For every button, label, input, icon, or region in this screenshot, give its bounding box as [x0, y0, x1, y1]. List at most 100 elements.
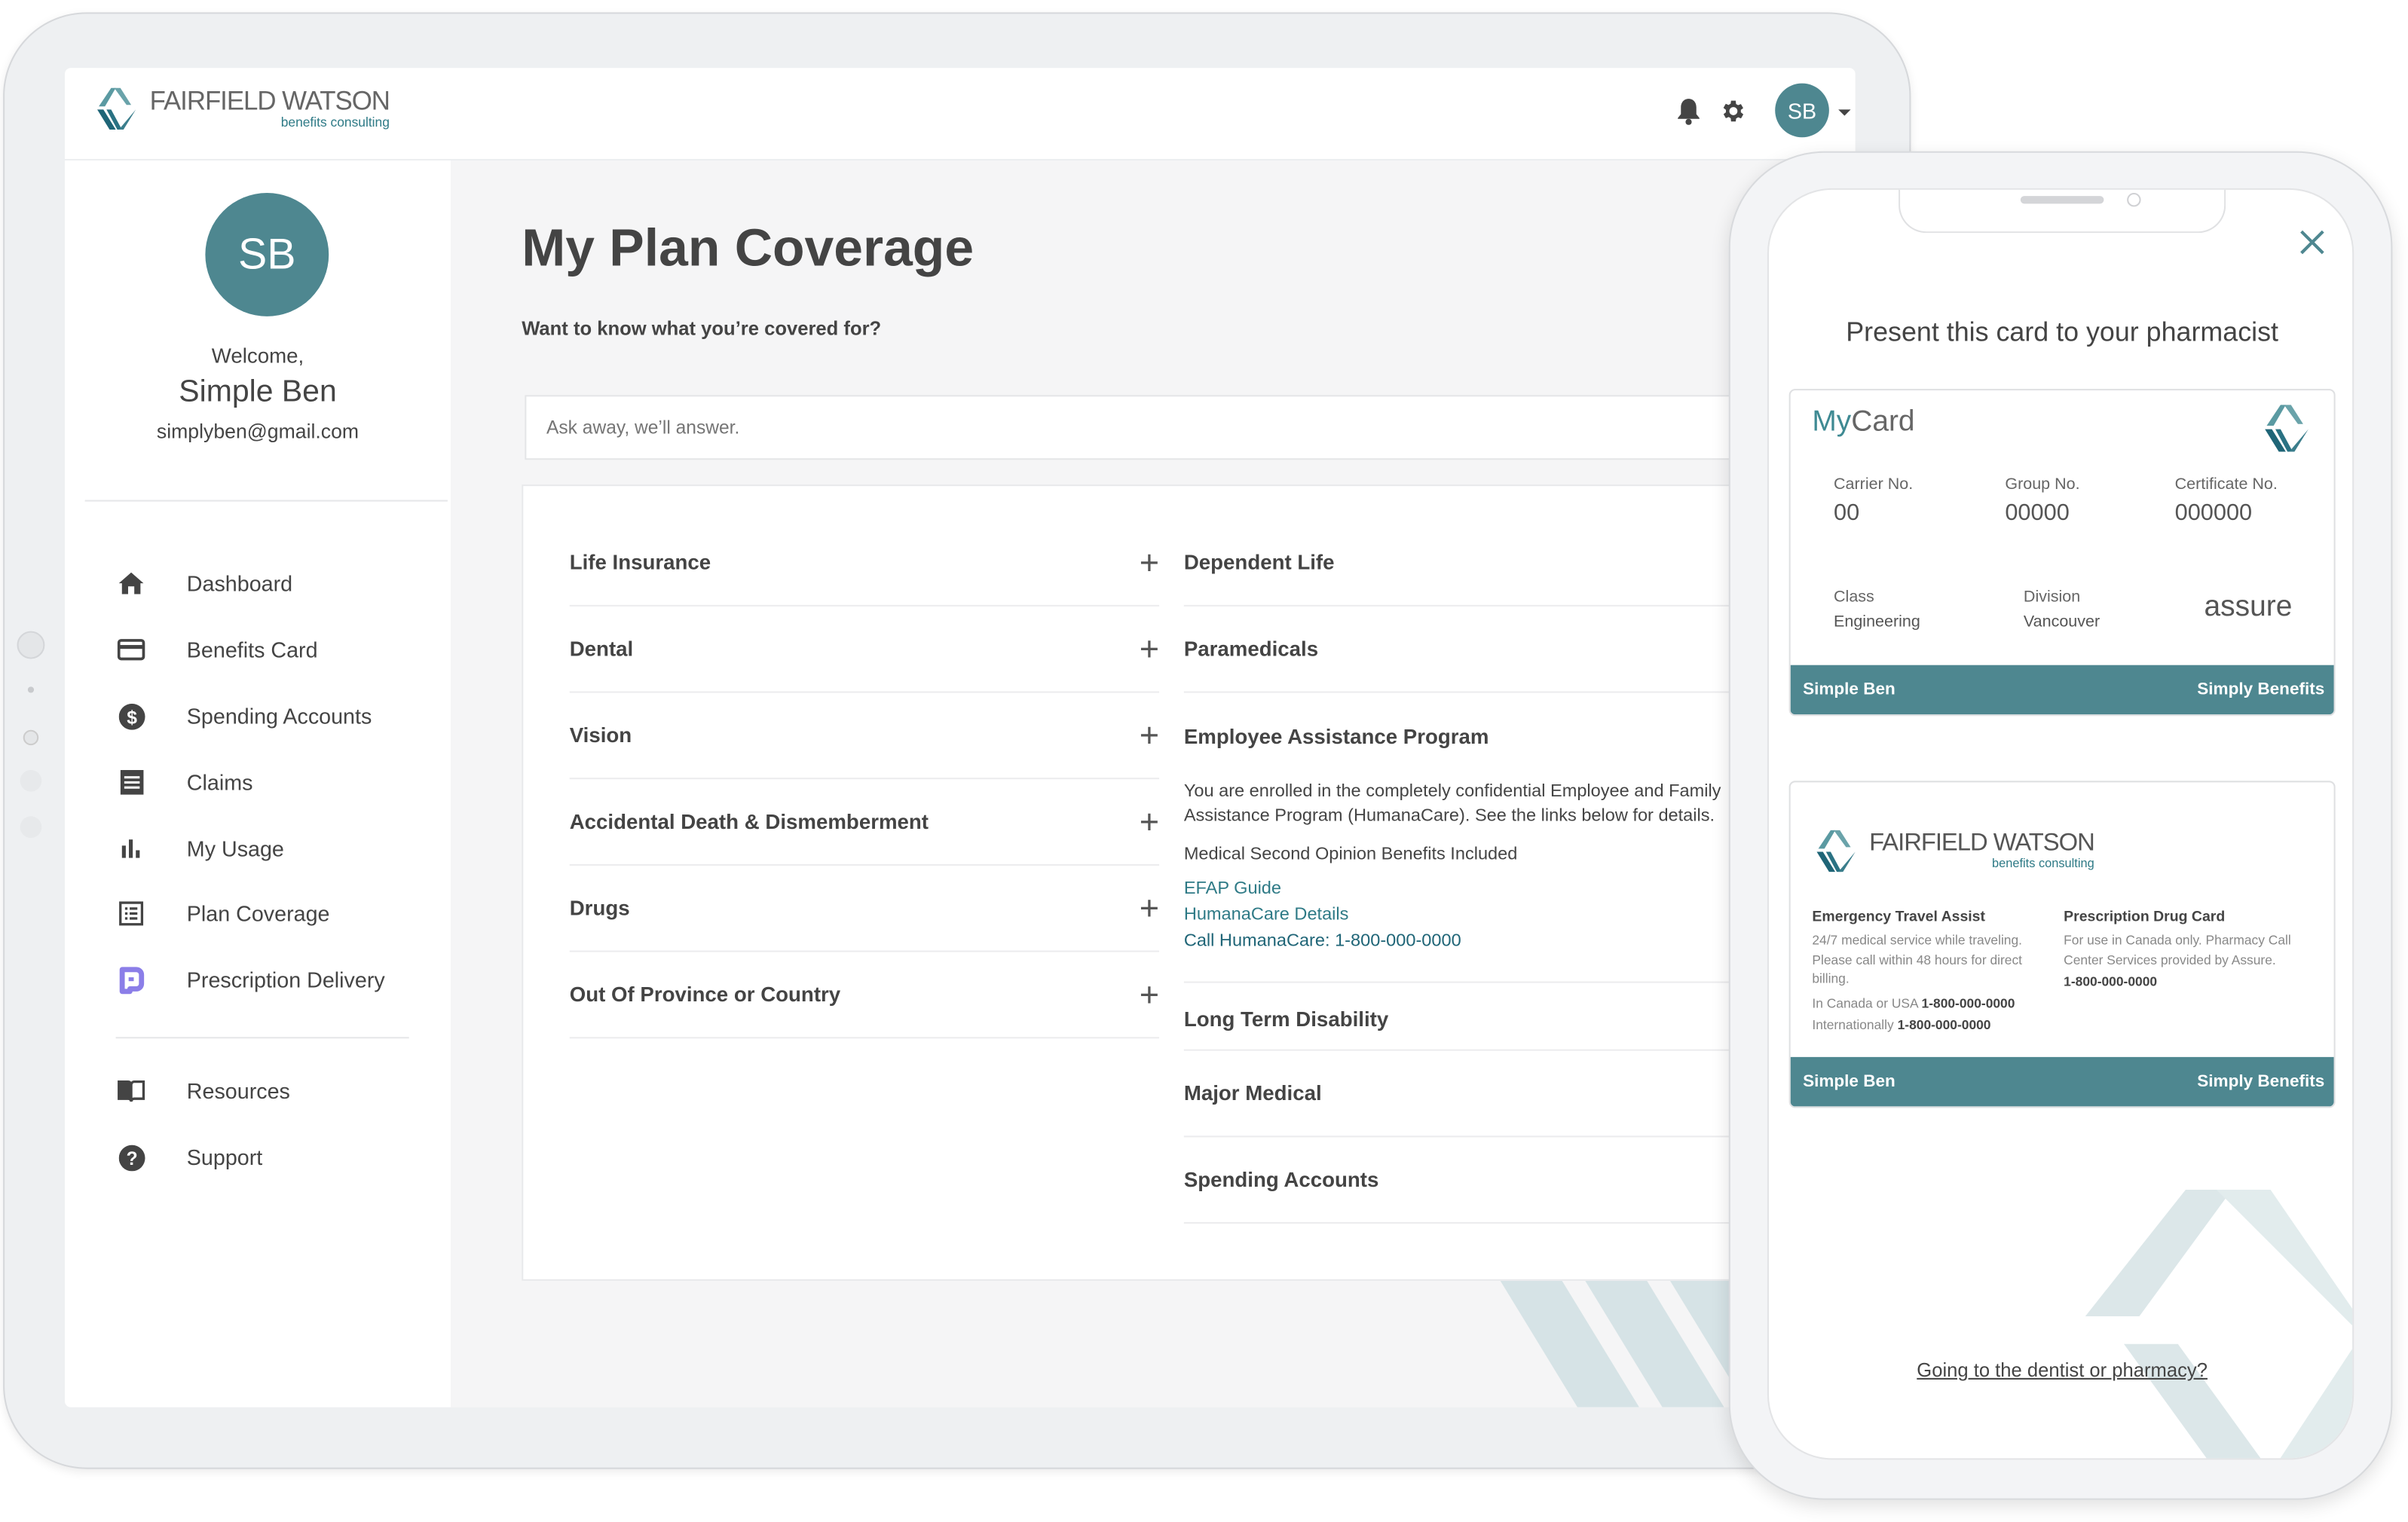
search-input[interactable] — [525, 395, 1760, 460]
field-label: Class — [1834, 588, 1874, 607]
plus-icon[interactable]: + — [1140, 629, 1159, 669]
svg-text:?: ? — [126, 1148, 137, 1169]
coverage-item-drugs[interactable]: Drugs + — [569, 866, 1160, 952]
brand-name: FAIRFIELD WATSON — [149, 86, 390, 116]
sidebar-item-spending-accounts[interactable]: $ Spending Accounts — [116, 693, 440, 739]
mycard-title: MyCard — [1812, 405, 1915, 439]
coverage-label: Accidental Death & Dismemberment — [569, 810, 929, 833]
tablet-button — [20, 816, 42, 839]
tablet-camera — [23, 729, 39, 746]
coverage-left-column: Life Insurance + Dental + Vision + Accident… — [569, 520, 1160, 1039]
phone-notch — [1899, 189, 2226, 234]
travel-assist-section: Emergency Travel Assist 24/7 medical ser… — [1812, 909, 2043, 1035]
coverage-item-spending-accounts[interactable]: Spending Accounts — [1183, 1137, 1740, 1224]
coverage-panel: Life Insurance + Dental + Vision + Accident… — [522, 484, 1788, 1281]
phone-frame: Present this card to your pharmacist MyC… — [1728, 151, 2393, 1500]
coverage-item-ltd[interactable]: Long Term Disability — [1183, 983, 1740, 1051]
sidebar-item-my-usage[interactable]: My Usage — [116, 826, 440, 872]
phone-heading: Present this card to your pharmacist — [1846, 316, 2278, 347]
sidebar-item-label: Plan Coverage — [186, 901, 330, 926]
sidebar-item-resources[interactable]: Resources — [116, 1068, 440, 1114]
dentist-pharmacy-link[interactable]: Going to the dentist or pharmacy? — [1769, 1359, 2352, 1381]
sidebar-item-label: Claims — [186, 769, 253, 795]
coverage-label: Out Of Province or Country — [569, 983, 841, 1007]
logo-mark-icon — [97, 87, 136, 130]
coverage-item-paramedicals[interactable]: Paramedicals — [1183, 607, 1740, 693]
bell-icon[interactable] — [1676, 97, 1701, 125]
welcome-text: Welcome, — [211, 344, 304, 368]
coverage-item-dental[interactable]: Dental + — [569, 607, 1160, 693]
plus-icon[interactable]: + — [1140, 802, 1159, 842]
sidebar-item-dashboard[interactable]: Dashboard — [116, 560, 440, 606]
logo-mark-icon — [2265, 405, 2309, 452]
intl-label: Internationally — [1812, 1016, 1894, 1033]
logo-mark-icon — [1816, 830, 1856, 873]
plus-icon[interactable]: + — [1140, 715, 1159, 755]
field-label: Division — [2023, 588, 2081, 607]
field-value: Engineering — [1834, 613, 1920, 631]
card-plan-name: Simply Benefits — [2197, 680, 2325, 699]
book-icon — [116, 1075, 147, 1106]
divider — [84, 500, 448, 502]
field-value: 00000 — [2005, 500, 2070, 527]
coverage-label: Vision — [569, 723, 632, 747]
card-band: Simple Ben Simply Benefits — [1790, 665, 2334, 715]
card-band: Simple Ben Simply Benefits — [1790, 1056, 2334, 1107]
gear-icon[interactable] — [1719, 97, 1747, 125]
tablet-button — [17, 631, 45, 659]
brand-tagline: benefits consulting — [280, 114, 390, 130]
eap-note: Medical Second Opinion Benefits Included — [1183, 845, 1518, 864]
benefits-card-front[interactable]: MyCard Carrier No. 00 Group No. 00000 Cert… — [1788, 389, 2336, 717]
coverage-item-life-insurance[interactable]: Life Insurance + — [569, 520, 1160, 607]
field-value: Vancouver — [2023, 613, 2100, 631]
benefits-card-back[interactable]: FAIRFIELD WATSON benefits consulting Emer… — [1788, 781, 2336, 1108]
field-label: Certificate No. — [2174, 475, 2278, 494]
plus-icon[interactable]: + — [1140, 974, 1159, 1014]
svg-text:$: $ — [126, 707, 136, 727]
humanacare-details-link[interactable]: HumanaCare Details — [1184, 903, 1770, 929]
coverage-item-major-medical[interactable]: Major Medical — [1183, 1051, 1740, 1138]
close-icon[interactable] — [2300, 230, 2325, 255]
credit-card-icon — [116, 634, 147, 665]
sidebar-item-label: Prescription Delivery — [186, 967, 385, 992]
coverage-label: Life Insurance — [569, 551, 711, 574]
group-field: Group No. 00000 — [2005, 475, 2079, 527]
receipt-icon — [116, 767, 147, 798]
sidebar-item-label: My Usage — [186, 836, 284, 861]
user-avatar[interactable]: SB — [1775, 83, 1829, 138]
user-name: Simple Ben — [179, 374, 337, 409]
sidebar-item-support[interactable]: ? Support — [116, 1134, 440, 1180]
plus-icon[interactable]: + — [1140, 888, 1159, 928]
field-label: Carrier No. — [1834, 475, 1914, 494]
field-value: 00 — [1834, 500, 1860, 527]
user-email: simplyben@gmail.com — [156, 420, 360, 443]
help-circle-icon: ? — [116, 1142, 147, 1173]
brand-logo[interactable]: FAIRFIELD WATSON benefits consulting — [93, 84, 390, 133]
coverage-item-vision[interactable]: Vision + — [569, 693, 1160, 780]
sidebar-item-plan-coverage[interactable]: Plan Coverage — [116, 891, 440, 937]
call-humanacare-link[interactable]: Call HumanaCare: 1-800-000-0000 — [1184, 929, 1770, 955]
sidebar-item-label: Spending Accounts — [186, 703, 372, 729]
plus-icon[interactable]: + — [1140, 542, 1159, 582]
coverage-item-out-of-province[interactable]: Out Of Province or Country + — [569, 952, 1160, 1039]
class-field: Class Engineering — [1834, 588, 1920, 631]
caret-down-icon[interactable] — [1838, 109, 1851, 116]
phone-speaker — [2020, 196, 2104, 204]
prescription-icon — [116, 964, 147, 995]
field-label: Group No. — [2005, 475, 2080, 494]
drug-title: Prescription Drug Card — [2064, 909, 2226, 926]
efap-guide-link[interactable]: EFAP Guide — [1184, 876, 1770, 903]
coverage-item-add[interactable]: Accidental Death & Dismemberment + — [569, 779, 1160, 866]
drug-phone: 1-800-000-0000 — [2064, 973, 2158, 989]
field-value: 000000 — [2174, 500, 2253, 527]
coverage-item-eap[interactable]: Employee Assistance Program — [1184, 693, 1739, 780]
sidebar-item-claims[interactable]: Claims — [116, 759, 440, 805]
coverage-item-dependent-life[interactable]: Dependent Life — [1183, 520, 1740, 607]
list-icon — [116, 898, 147, 929]
sidebar-item-prescription-delivery[interactable]: Prescription Delivery — [116, 957, 440, 1003]
dollar-circle-icon: $ — [116, 701, 147, 732]
sidebar-item-benefits-card[interactable]: Benefits Card — [116, 626, 440, 672]
sidebar-item-label: Benefits Card — [186, 637, 318, 662]
page-title: My Plan Coverage — [522, 219, 975, 278]
coverage-label: Dental — [569, 637, 634, 661]
